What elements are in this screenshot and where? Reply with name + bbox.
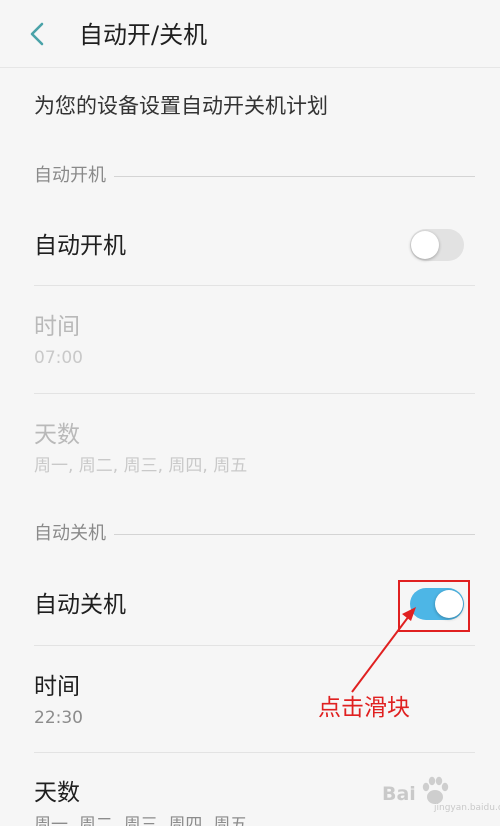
switch-knob [411, 231, 439, 259]
chevron-left-icon [30, 22, 44, 46]
power-on-time-row: 时间 07:00 [0, 286, 500, 393]
baidu-watermark: Bai jingyan.baidu.com [382, 770, 500, 820]
page-title: 自动开/关机 [79, 21, 208, 49]
auto-power-on-row[interactable]: 自动开机 [0, 200, 500, 286]
power-on-days-value: 周一, 周二, 周三, 周四, 周五 [34, 456, 248, 476]
section-label: 自动开机 [34, 165, 106, 186]
auto-power-on-switch[interactable] [410, 229, 464, 261]
annotation-arrow-icon [351, 607, 416, 693]
power-off-time-label: 时间 [34, 674, 80, 700]
power-off-days-label: 天数 [34, 780, 80, 806]
power-on-days-row: 天数 周一, 周二, 周三, 周四, 周五 [0, 394, 500, 504]
section-header-power-on: 自动开机 [34, 164, 475, 188]
section-header-power-off: 自动关机 [34, 522, 475, 546]
annotation-label: 点击滑块 [318, 695, 410, 721]
watermark-url: jingyan.baidu.com [434, 803, 500, 813]
power-off-time-value: 22:30 [34, 708, 83, 728]
power-on-days-label: 天数 [34, 422, 80, 448]
power-off-days-value: 周一, 周二, 周三, 周四, 周五 [34, 815, 248, 826]
top-bar: 自动开/关机 [0, 0, 500, 68]
section-divider [114, 533, 475, 535]
auto-power-on-label: 自动开机 [34, 233, 126, 259]
power-on-time-label: 时间 [34, 314, 80, 340]
watermark-text: Bai [382, 783, 416, 805]
section-divider [114, 175, 475, 177]
section-label: 自动关机 [34, 523, 106, 544]
back-button[interactable] [22, 18, 54, 50]
page-description: 为您的设备设置自动开关机计划 [34, 94, 328, 118]
auto-power-off-label: 自动关机 [34, 592, 126, 618]
power-on-time-value: 07:00 [34, 348, 83, 368]
